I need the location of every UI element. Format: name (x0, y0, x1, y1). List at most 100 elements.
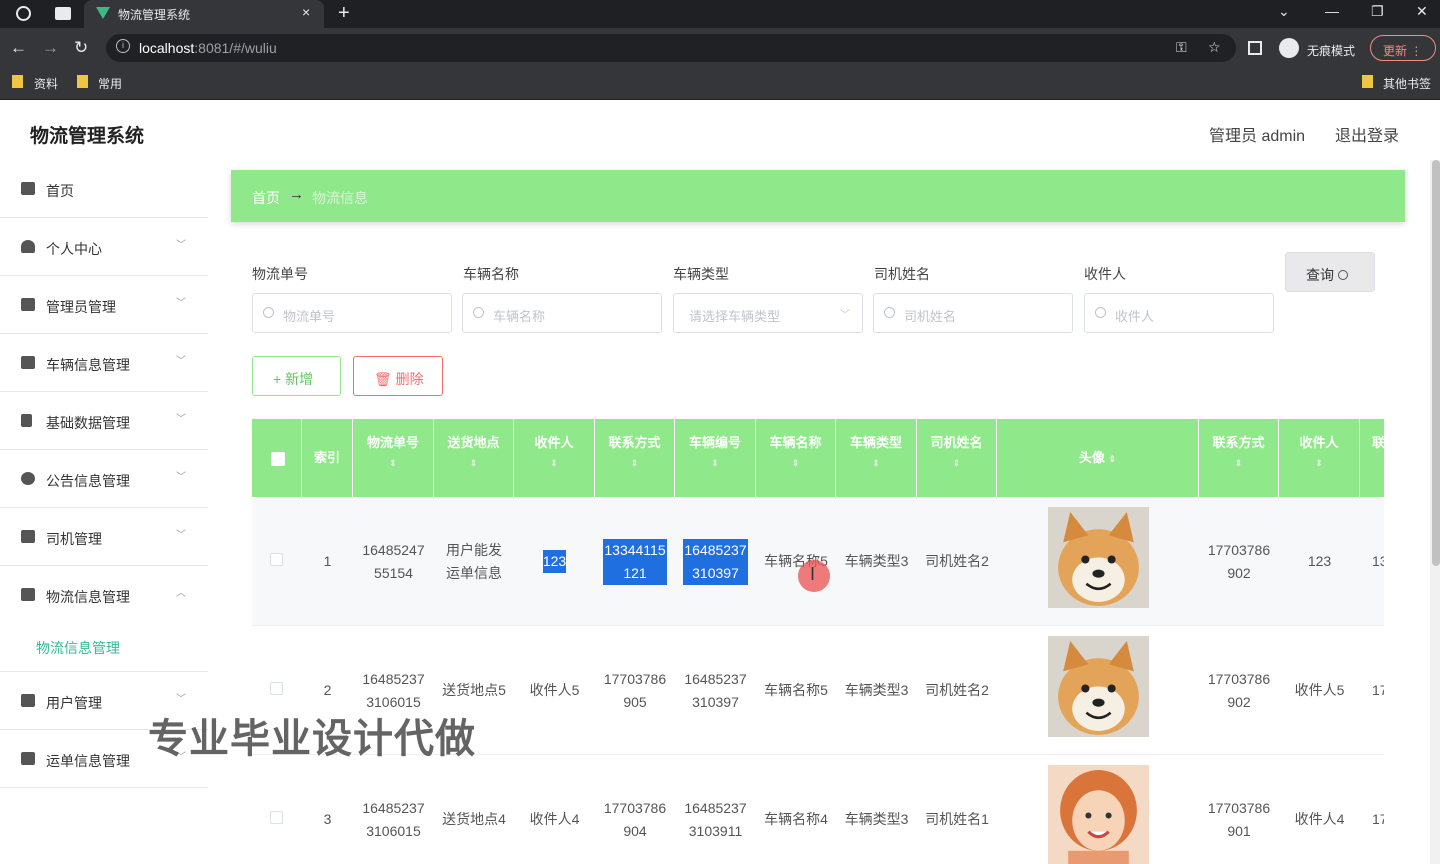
text-cursor-icon: I (810, 564, 816, 584)
site-info-icon[interactable]: i (116, 39, 130, 53)
forward-icon[interactable]: → (42, 38, 59, 58)
cell-phone: 17703786905 (603, 670, 667, 710)
bookmark-folder-icon (12, 75, 23, 88)
cell-car-no: 164852373103911 (684, 799, 747, 839)
sidebar-item-profile[interactable]: 个人中心 ﹀ (0, 218, 208, 276)
cell-driver: 司机姓名1 (925, 811, 989, 827)
bookmark-folder-icon (1362, 75, 1373, 88)
receiver-input[interactable]: 收件人 (1084, 293, 1274, 333)
col-receiver2[interactable]: 收件人 ⇕ (1279, 419, 1360, 497)
restore-icon[interactable]: ❐ (1371, 3, 1384, 20)
chevron-down-icon: ﹀ (840, 310, 850, 321)
new-tab-button[interactable]: + (338, 2, 350, 25)
col-more[interactable]: 联 (1360, 419, 1384, 497)
url-text[interactable]: localhost:8081/#/wuliu (139, 40, 277, 56)
tab-close-icon[interactable]: × (302, 4, 310, 20)
key-icon[interactable]: ⚿ (1176, 39, 1187, 56)
row-checkbox[interactable] (270, 553, 283, 566)
col-phone2[interactable]: 联系方式 ⇕ (1199, 419, 1279, 497)
filter-label: 车辆名称 (463, 266, 519, 282)
chevron-down-icon: ﹀ (176, 240, 186, 251)
cell-car-no: 16485237310397 (684, 670, 747, 710)
sort-icon[interactable]: ⇕ (595, 453, 674, 473)
sidebar-item-home[interactable]: 首页 (0, 160, 208, 218)
sort-icon[interactable]: ⇕ (1109, 454, 1117, 464)
breadcrumb-home[interactable]: 首页 (252, 188, 280, 208)
breadcrumb-separator: → (289, 186, 304, 203)
minimize-icon[interactable]: — (1325, 3, 1339, 19)
briefcase-icon (21, 298, 35, 311)
bookmarks-bar (0, 68, 1440, 100)
sidebar-item-admins[interactable]: 管理员管理 ﹀ (0, 276, 208, 334)
col-car-no[interactable]: 车辆编号 ⇕ (675, 419, 756, 497)
row-checkbox[interactable] (270, 682, 283, 695)
sidebar-item-notices[interactable]: 公告信息管理 ﹀ (0, 450, 208, 508)
col-index[interactable]: 索引 (302, 419, 353, 497)
scrollbar-thumb[interactable] (1432, 160, 1440, 566)
sort-icon[interactable]: ⇕ (756, 453, 835, 473)
col-avatar[interactable]: 头像 ⇕ (997, 419, 1199, 497)
search-icon (884, 307, 895, 318)
bookmark-item[interactable]: 常用 (98, 75, 122, 92)
add-button[interactable]: + 新增 (252, 356, 341, 396)
incognito-avatar-icon[interactable] (1279, 38, 1299, 58)
col-car-type[interactable]: 车辆类型 ⇕ (836, 419, 917, 497)
filter-label: 物流单号 (252, 266, 308, 282)
cell-car-name: 车辆名称5 (764, 553, 828, 569)
cell-tracking-no: 1648524755154 (362, 541, 425, 581)
sidepanel-icon[interactable] (1248, 41, 1262, 55)
sort-icon[interactable]: ⇕ (917, 453, 996, 473)
sort-icon[interactable]: ⇕ (434, 453, 513, 473)
logistics-table: 索引 物流单号 ⇕ 送货地点 ⇕ 收件人 ⇕ 联系方式 ⇕ 车辆编号 ⇕ 车辆名称 ⇕ 车辆… (252, 419, 1384, 864)
cell-phone2: 17703786902 (1207, 670, 1271, 710)
chart-icon (21, 694, 35, 707)
back-icon[interactable]: ← (10, 38, 27, 58)
sort-icon[interactable]: ⇕ (1279, 453, 1359, 473)
col-driver[interactable]: 司机姓名 ⇕ (917, 419, 997, 497)
row-checkbox[interactable] (270, 811, 283, 824)
vehicle-name-input[interactable]: 车辆名称 (462, 293, 662, 333)
reload-icon[interactable]: ↻ (74, 38, 88, 58)
select-all-checkbox[interactable] (271, 452, 285, 466)
col-car-name[interactable]: 车辆名称 ⇕ (756, 419, 836, 497)
chevron-down-icon: ﹀ (176, 356, 186, 367)
tab-search-icon[interactable]: ⌄ (1278, 3, 1290, 20)
sort-icon[interactable]: ⇕ (836, 453, 916, 473)
star-icon[interactable]: ☆ (1208, 39, 1221, 56)
col-receiver[interactable]: 收件人 ⇕ (514, 419, 595, 497)
cell-receiver: 123 (514, 497, 595, 626)
bookmark-item[interactable]: 资料 (34, 75, 58, 92)
watermark-text: 专业毕业设计代做 (148, 717, 476, 761)
sidebar-item-vehicles[interactable]: 车辆信息管理 ﹀ (0, 334, 208, 392)
close-window-icon[interactable]: ✕ (1416, 3, 1428, 20)
cell-place: 用户能发运单信息 (446, 541, 502, 581)
cell-receiver: 收件人5 (529, 682, 580, 698)
cell-driver: 司机姓名2 (925, 682, 989, 698)
col-phone[interactable]: 联系方式 ⇕ (595, 419, 675, 497)
browser-globe-icon[interactable] (16, 6, 31, 21)
driver-name-input[interactable]: 司机姓名 (873, 293, 1073, 333)
incognito-label[interactable]: 无痕模式 (1307, 42, 1355, 59)
update-button[interactable]: 更新 ⋮ (1370, 35, 1436, 61)
sidebar-item-basedata[interactable]: 基础数据管理 ﹀ (0, 392, 208, 450)
chevron-down-icon: ﹀ (176, 530, 186, 541)
col-place[interactable]: 送货地点 ⇕ (434, 419, 514, 497)
cell-car-name: 车辆名称4 (764, 811, 828, 827)
sort-icon[interactable]: ⇕ (353, 453, 433, 473)
query-button[interactable]: 查询 (1285, 252, 1375, 292)
chevron-down-icon: ﹀ (176, 298, 186, 309)
sort-icon[interactable]: ⇕ (675, 453, 755, 473)
sidebar-item-drivers[interactable]: 司机管理 ﹀ (0, 508, 208, 566)
table-row[interactable]: 3 164852373106015 送货地点4 收件人4 17703786904… (252, 755, 1384, 864)
vehicle-type-select[interactable]: 请选择车辆类型 ﹀ (673, 293, 863, 333)
browser-window-icon[interactable] (55, 7, 71, 20)
tracking-no-input[interactable]: 物流单号 (252, 293, 452, 333)
other-bookmarks[interactable]: 其他书签 (1383, 75, 1431, 92)
logout-link[interactable]: 退出登录 (1335, 122, 1399, 146)
sort-icon[interactable]: ⇕ (514, 453, 594, 473)
sort-icon[interactable]: ⇕ (1199, 453, 1278, 473)
bookmark-folder-icon (77, 75, 88, 88)
col-tracking-no[interactable]: 物流单号 ⇕ (353, 419, 434, 497)
sidebar-subitem-logistics[interactable]: 物流信息管理 (36, 638, 120, 658)
delete-button[interactable]: 🗑 删除 (353, 356, 443, 396)
